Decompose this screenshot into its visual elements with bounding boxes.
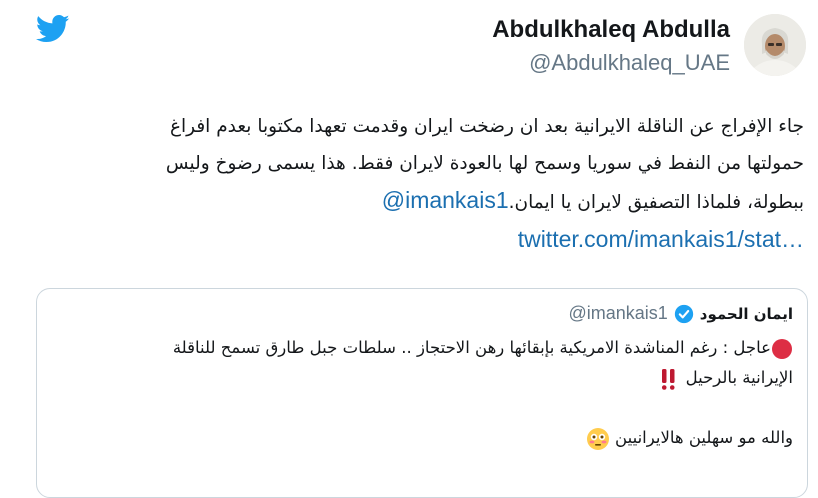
avatar[interactable] (744, 14, 806, 76)
avatar-portrait-icon (744, 14, 806, 76)
double-exclamation-emoji-icon (662, 368, 675, 390)
author-handle[interactable]: @Abdulkhaleq_UAE (529, 50, 730, 76)
quote-line: عاجل : رغم المناشدة الامريكية بإبقائها ر… (53, 333, 793, 363)
quoted-author-name[interactable]: ايمان الحمود (700, 305, 793, 323)
tweet-line: جاء الإفراج عن الناقلة الايرانية بعد ان … (169, 116, 804, 137)
tweet-link-line: twitter.com/imankais1/stat… (34, 221, 804, 260)
tweet-text: جاء الإفراج عن الناقلة الايرانية بعد ان … (34, 108, 804, 260)
flushed-face-emoji-icon (586, 427, 609, 450)
quote-spacer (53, 393, 793, 423)
red-circle-emoji-icon (772, 338, 792, 359)
verified-badge-icon (674, 304, 693, 323)
quoted-author-handle[interactable]: @imankais1 (568, 303, 667, 324)
quoted-tweet-text: عاجل : رغم المناشدة الامريكية بإبقائها ر… (53, 333, 793, 453)
tweet-url-link[interactable]: twitter.com/imankais1/stat… (518, 226, 804, 252)
quote-line: والله مو سهلين هالايرانيين (53, 423, 793, 453)
quoted-tweet-card[interactable]: ايمان الحمود @imankais1 عاجل : رغم المنا… (36, 288, 808, 498)
tweet-line: حمولتها من النفط في سوريا وسمح لها بالعو… (165, 153, 804, 174)
author-display-name[interactable]: Abdulkhaleq Abdulla (492, 16, 730, 44)
quote-line-text: الإيرانية بالرحيل (685, 368, 793, 387)
tweet-line: ببطولة، فلماذا التصفيق لايران يا ايمان.@… (34, 182, 804, 221)
quote-line: الإيرانية بالرحيل (53, 363, 793, 393)
quote-line-text: والله مو سهلين هالايرانيين (615, 428, 793, 447)
twitter-bird-icon[interactable] (36, 14, 70, 44)
mention-link[interactable]: @imankais1 (382, 187, 509, 213)
quote-line-text: عاجل : رغم المناشدة الامريكية بإبقائها ر… (172, 338, 771, 357)
tweet-line-text: ببطولة، فلماذا التصفيق لايران يا ايمان. (508, 192, 804, 213)
quoted-tweet-header: ايمان الحمود @imankais1 (568, 303, 793, 324)
